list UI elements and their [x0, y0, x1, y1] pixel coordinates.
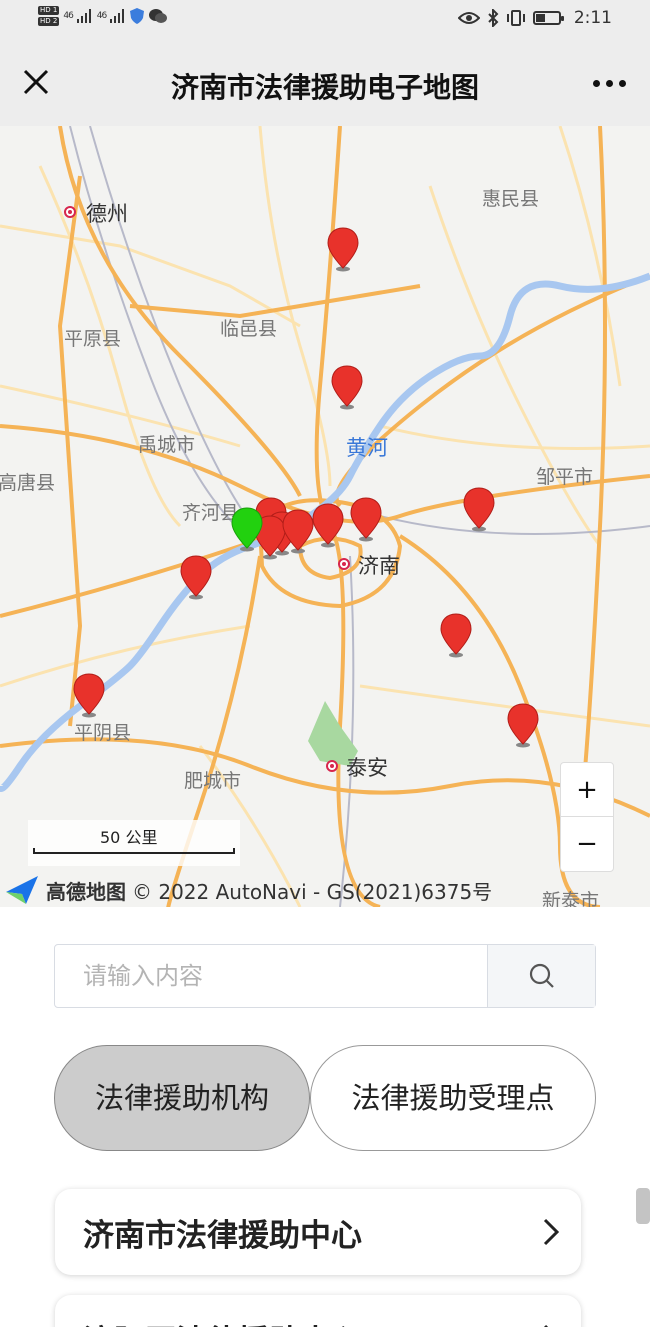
tab-legal-aid-acceptance-point[interactable]: 法律援助受理点	[310, 1045, 596, 1151]
chevron-right-icon	[521, 1217, 581, 1247]
eye-icon	[457, 12, 480, 24]
label-taian: 泰安	[346, 756, 388, 780]
more-dot	[592, 79, 600, 87]
signal2-label: 46	[96, 11, 108, 21]
label-gaotang: 高唐县	[0, 472, 56, 494]
scale-bar	[33, 848, 235, 854]
selected-location-marker[interactable]	[231, 506, 263, 552]
location-marker[interactable]	[327, 226, 359, 272]
page-title: 济南市法律援助电子地图	[170, 71, 479, 104]
amap-logo-icon	[6, 876, 38, 904]
location-marker[interactable]	[312, 502, 344, 548]
city-dot-dezhou	[64, 206, 76, 218]
label-feicheng: 肥城市	[184, 770, 242, 792]
zoom-control: + −	[560, 762, 614, 872]
label-zouping: 邹平市	[536, 466, 594, 488]
location-marker[interactable]	[180, 554, 212, 600]
label-linyi: 临邑县	[220, 318, 278, 340]
search-button[interactable]	[487, 945, 595, 1007]
battery-icon	[532, 11, 564, 25]
chevron-right-icon	[521, 1323, 581, 1327]
signal1-label: 46	[63, 11, 74, 21]
scale-text: 50 公里	[100, 828, 158, 847]
label-pingyuan: 平原县	[64, 328, 122, 350]
label-jinan: 济南	[358, 554, 400, 578]
map-copyright: © 2022 AutoNavi - GS(2021)6375号	[132, 879, 493, 904]
signal2-icon	[110, 9, 125, 23]
list-item[interactable]: 济南市法律援助中心	[55, 1189, 581, 1275]
label-huimin: 惠民县	[482, 188, 540, 210]
city-dot-taian	[326, 760, 338, 772]
location-marker[interactable]	[440, 612, 472, 658]
hd1-badge: HD 1	[38, 6, 60, 15]
label-xintai: 新泰市	[542, 890, 600, 907]
signal1-icon	[76, 9, 91, 23]
tab-legal-aid-institution[interactable]: 法律援助机构	[54, 1045, 310, 1151]
list-item-name: 济阳区法律援助中心	[83, 1316, 521, 1327]
status-right: 2:11	[457, 8, 612, 28]
location-marker[interactable]	[507, 702, 539, 748]
status-bar: HD 1 HD 2 46 46 2:11	[0, 0, 650, 40]
more-dot	[605, 79, 613, 87]
label-dezhou: 德州	[86, 202, 128, 226]
title-bar: 济南市法律援助电子地图	[0, 40, 650, 126]
search-input[interactable]	[55, 945, 487, 1007]
label-yucheng: 禹城市	[138, 434, 196, 456]
location-marker[interactable]	[73, 672, 105, 718]
list-item-name: 济南市法律援助中心	[83, 1217, 362, 1254]
map-view[interactable]: 德州 惠民县 平原县 临邑县 禹城市 黄河 高唐县 齐河县 邹平市 济南 平阴县…	[0, 126, 650, 907]
brand-name: 高德地图	[46, 879, 126, 904]
zoom-in-button[interactable]: +	[561, 763, 613, 817]
location-marker[interactable]	[282, 508, 314, 554]
location-marker[interactable]	[463, 486, 495, 532]
map-attribution: 高德地图 © 2022 AutoNavi - GS(2021)6375号	[4, 874, 492, 906]
search-bar	[54, 944, 596, 1008]
more-dot	[618, 79, 626, 87]
bluetooth-icon	[488, 9, 499, 27]
scrollbar[interactable]	[636, 1188, 650, 1224]
status-left: HD 1 HD 2 46 46	[38, 6, 168, 26]
hd2-badge: HD 2	[38, 17, 60, 26]
location-marker[interactable]	[331, 364, 363, 410]
location-marker[interactable]	[350, 496, 382, 542]
map-scale: 50 公里	[28, 820, 240, 866]
shield-icon	[130, 8, 145, 24]
label-huanghe: 黄河	[346, 436, 388, 460]
city-dot-jinan	[338, 558, 350, 570]
more-button[interactable]	[584, 70, 634, 96]
label-pingyin: 平阴县	[74, 722, 132, 744]
search-icon	[529, 963, 554, 988]
vibrate-icon	[506, 10, 525, 26]
wechat-icon	[149, 9, 168, 23]
zoom-out-button[interactable]: −	[561, 817, 613, 871]
status-time: 2:11	[573, 8, 612, 28]
list-item[interactable]: 济阳区法律援助中心	[55, 1295, 581, 1327]
